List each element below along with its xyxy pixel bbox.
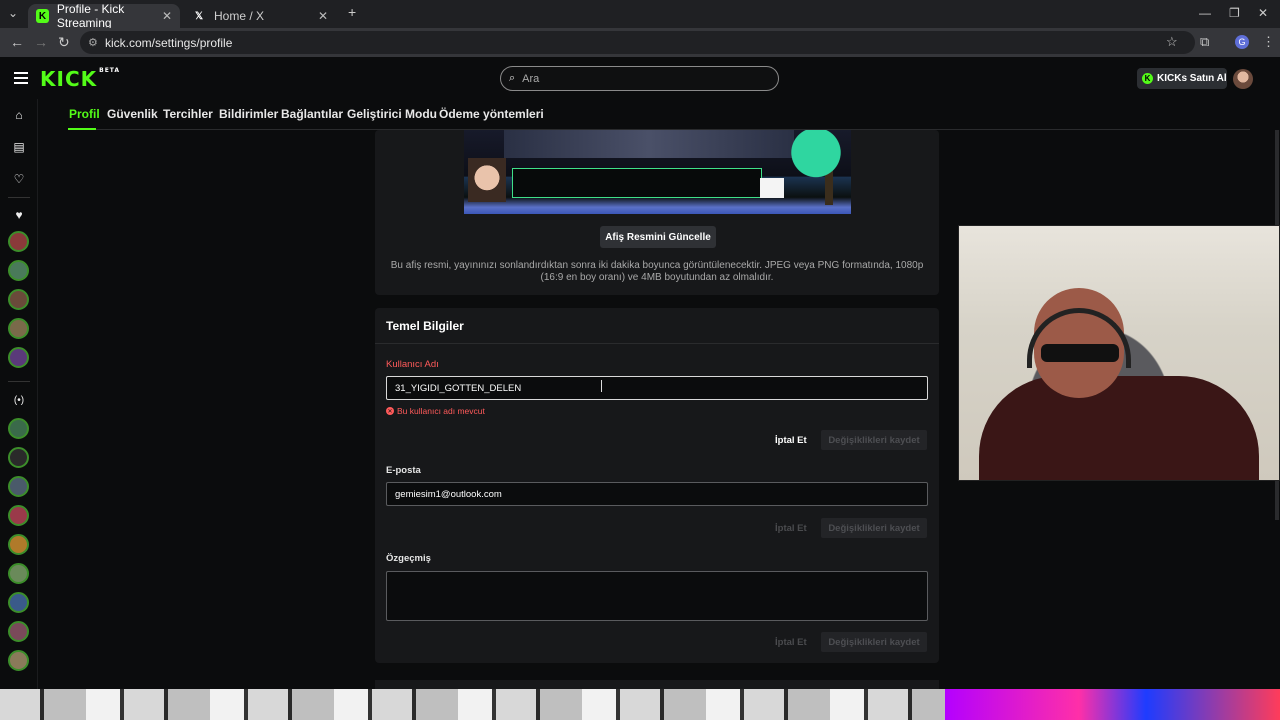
section-title: Temel Bilgiler [386,319,464,333]
banner-image [464,130,851,214]
email-label: E-posta [386,465,421,476]
tab-notifications[interactable]: Bildirimler [219,107,278,121]
menu-dots-icon[interactable]: ⋮ [1262,34,1275,50]
address-bar-row: ← → ↻ ⚙ kick.com/settings/profile ☆ ⧉ ⋮ [0,28,1280,57]
kick-logo[interactable]: KICK BETA [40,67,120,91]
tab-kick[interactable]: K Profile - Kick Streaming ✕ [28,2,180,30]
update-banner-button[interactable]: Afiş Resmini Güncelle [600,226,716,248]
forward-icon[interactable]: → [34,34,48,50]
channel-avatar[interactable] [8,260,29,281]
minimize-icon[interactable]: — [1199,6,1211,20]
basic-info-section: Temel Bilgiler Kullanıcı Adı 31_YIGIDI_G… [375,308,939,663]
buy-kicks-button[interactable]: K KICKs Satın Al [1137,68,1227,89]
tab-x[interactable]: 𝕏 Home / X ✕ [184,4,336,28]
followed-heart-icon[interactable]: ♥ [11,207,27,223]
channel-avatar[interactable] [8,650,29,671]
browse-icon[interactable]: ▤ [11,139,27,155]
left-sidebar: ⌂ ▤ ♡ ♥ (•) [0,99,38,689]
username-cancel-button[interactable]: İptal Et [775,435,807,446]
error-icon: ✕ [386,407,394,415]
sidebar-divider [8,197,30,198]
sidebar-divider [8,381,30,382]
username-save-button[interactable]: Değişiklikleri kaydet [821,430,927,450]
following-heart-icon[interactable]: ♡ [11,171,27,187]
tab-profile[interactable]: Profil [69,107,100,121]
banner-section: Afiş Resmini Güncelle Bu afiş resmi, yay… [375,130,939,295]
window-close-icon[interactable]: ✕ [1258,6,1268,20]
channel-avatar[interactable] [8,476,29,497]
email-field[interactable]: gemiesim1@outlook.com [386,482,928,506]
browser-profile-avatar[interactable]: G [1235,35,1249,49]
tab-preferences[interactable]: Tercihler [163,107,213,121]
text-cursor [601,380,603,392]
site-info-icon[interactable]: ⚙ [88,36,98,49]
x-icon: 𝕏 [194,10,204,22]
home-icon[interactable]: ⌂ [11,107,27,123]
search-input[interactable]: ⌕ Ara [500,66,779,91]
kicks-coin-icon: K [1142,73,1153,84]
email-cancel-button[interactable]: İptal Et [775,523,807,534]
banner-help-text: Bu afiş resmi, yayınınızı sonlandırdıkta… [390,260,924,283]
reload-icon[interactable]: ↻ [58,34,70,51]
tab-title: Home / X [214,9,265,23]
close-icon[interactable]: ✕ [162,9,172,23]
channel-avatar[interactable] [8,621,29,642]
back-icon[interactable]: ← [10,34,24,50]
channel-avatar[interactable] [8,592,29,613]
kick-icon: K [36,9,49,23]
bio-label: Özgeçmiş [386,553,431,564]
user-avatar[interactable] [1233,69,1253,89]
channel-avatar[interactable] [8,347,29,368]
bio-save-button[interactable]: Değişiklikleri kaydet [821,632,927,652]
channel-avatar[interactable] [8,505,29,526]
channel-avatar[interactable] [8,447,29,468]
channel-avatar[interactable] [8,318,29,339]
settings-tabs: Profil Güvenlik Tercihler Bildirimler Ba… [68,99,1250,130]
search-placeholder: Ara [522,72,540,85]
channel-avatar[interactable] [8,231,29,252]
site-header: KICK BETA ⌕ Ara K KICKs Satın Al [0,57,1280,99]
stream-overlay-strip [0,689,1280,720]
username-field[interactable]: 31_YIGIDI_GOTTEN_DELEN [386,376,928,400]
channel-avatar[interactable] [8,289,29,310]
channel-avatar[interactable] [8,534,29,555]
bookmark-star-icon[interactable]: ☆ [1166,34,1178,50]
tab-developer-mode[interactable]: Geliştirici Modu [347,107,437,121]
browser-tabstrip: ⌄ K Profile - Kick Streaming ✕ 𝕏 Home / … [0,0,1280,30]
channel-avatar[interactable] [8,563,29,584]
new-tab-button[interactable]: + [348,4,356,20]
url-field[interactable]: ⚙ kick.com/settings/profile [80,31,1195,54]
username-error: ✕ Bu kullanıcı adı mevcut [386,406,485,416]
extensions-icon[interactable]: ⧉ [1200,34,1209,50]
username-value: 31_YIGIDI_GOTTEN_DELEN [395,382,522,394]
tab-search-icon[interactable]: ⌄ [8,6,18,20]
live-broadcast-icon[interactable]: (•) [11,393,27,409]
bio-textarea[interactable] [386,571,928,621]
email-save-button[interactable]: Değişiklikleri kaydet [821,518,927,538]
section-divider [375,343,939,344]
tab-payment-methods[interactable]: Ödeme yöntemleri [439,107,544,121]
tab-security[interactable]: Güvenlik [107,107,158,121]
hamburger-menu-icon[interactable] [14,72,28,84]
buy-kicks-label: KICKs Satın Al [1157,73,1227,84]
channel-avatar[interactable] [8,418,29,439]
bio-cancel-button[interactable]: İptal Et [775,637,807,648]
tab-title: Profile - Kick Streaming [56,2,125,30]
search-icon: ⌕ [509,72,516,84]
username-label: Kullanıcı Adı [386,359,439,370]
username-error-text: Bu kullanıcı adı mevcut [397,406,485,416]
restore-icon[interactable]: ❐ [1229,6,1240,20]
url-text: kick.com/settings/profile [105,35,233,50]
email-value: gemiesim1@outlook.com [395,488,502,500]
webcam-overlay [958,225,1280,481]
close-icon[interactable]: ✕ [318,9,328,23]
tab-connections[interactable]: Bağlantılar [281,107,343,121]
active-tab-indicator [68,128,96,130]
